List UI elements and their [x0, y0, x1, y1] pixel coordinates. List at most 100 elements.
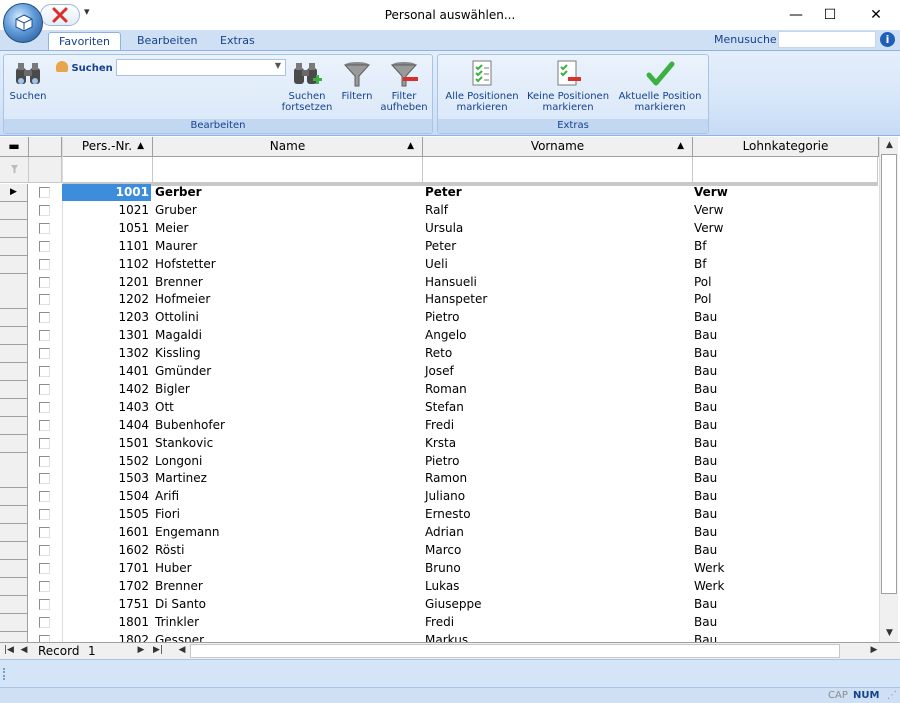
cell-name[interactable]: Gerber — [155, 184, 420, 201]
table-row[interactable]: 1301 Magaldi Angelo Bau — [0, 327, 878, 346]
cell-vorname[interactable]: Ursula — [425, 220, 690, 237]
cell-vorname[interactable]: Fredi — [425, 614, 690, 631]
filter-cell-lohnkategorie[interactable] — [693, 157, 878, 182]
table-row[interactable]: 1701 Huber Bruno Werk — [0, 559, 878, 578]
row-selector[interactable] — [0, 291, 28, 310]
cell-vorname[interactable]: Adrian — [425, 524, 690, 541]
tab-favoriten[interactable]: Favoriten — [48, 32, 121, 50]
cell-lohnkategorie[interactable]: Bf — [694, 238, 874, 255]
cell-name[interactable]: Rösti — [155, 542, 420, 559]
filter-cell-check[interactable] — [29, 157, 62, 182]
table-row[interactable]: 1101 Maurer Peter Bf — [0, 237, 878, 256]
cell-name[interactable]: Bigler — [155, 381, 420, 398]
table-row[interactable]: 1505 Fiori Ernesto Bau — [0, 506, 878, 525]
table-row[interactable]: 1403 Ott Stefan Bau — [0, 398, 878, 417]
cell-name[interactable]: Brenner — [155, 578, 420, 595]
row-checkbox[interactable] — [39, 258, 50, 270]
row-checkbox[interactable] — [39, 294, 50, 306]
table-row[interactable]: 1051 Meier Ursula Verw — [0, 219, 878, 238]
search-combo-input[interactable]: ▼ — [116, 59, 286, 76]
search-continue-button[interactable]: Suchen fortsetzen — [278, 59, 336, 113]
row-checkbox[interactable] — [39, 527, 50, 539]
row-selector[interactable] — [0, 470, 28, 489]
cell-lohnkategorie[interactable]: Bau — [694, 506, 874, 523]
checkbox-column-header[interactable] — [29, 137, 62, 157]
cell-pers-nr[interactable]: 1502 — [62, 453, 151, 470]
mark-none-button[interactable]: Keine Positionen markieren — [524, 59, 612, 113]
row-checkbox[interactable] — [39, 348, 50, 360]
row-checkbox[interactable] — [39, 580, 50, 592]
cell-name[interactable]: Di Santo — [155, 596, 420, 613]
tab-extras[interactable]: Extras — [210, 32, 265, 50]
cell-name[interactable]: Hofmeier — [155, 291, 420, 308]
cell-vorname[interactable]: Reto — [425, 345, 690, 362]
cell-vorname[interactable]: Hanspeter — [425, 291, 690, 308]
cell-lohnkategorie[interactable]: Verw — [694, 202, 874, 219]
row-checkbox[interactable] — [39, 545, 50, 556]
cell-pers-nr[interactable]: 1051 — [62, 220, 151, 237]
table-row[interactable]: 1751 Di Santo Giuseppe Bau — [0, 595, 878, 614]
help-info-icon[interactable]: i — [880, 32, 895, 47]
row-selector[interactable] — [0, 345, 28, 364]
cell-pers-nr[interactable]: 1503 — [62, 470, 151, 487]
cell-vorname[interactable]: Lukas — [425, 578, 690, 595]
cell-name[interactable]: Stankovic — [155, 435, 420, 452]
cell-vorname[interactable]: Angelo — [425, 327, 690, 344]
table-row[interactable]: 1201 Brenner Hansueli Pol — [0, 273, 878, 292]
resize-grip-icon[interactable]: ⋰ — [887, 690, 897, 701]
cell-vorname[interactable]: Bruno — [425, 560, 690, 577]
row-selector[interactable] — [0, 613, 28, 632]
cell-lohnkategorie[interactable]: Bau — [694, 417, 874, 434]
cell-vorname[interactable]: Juliano — [425, 488, 690, 505]
table-row[interactable]: ▶ 1001 Gerber Peter Verw — [0, 184, 878, 202]
record-number-input[interactable]: 1 — [88, 644, 96, 658]
cell-name[interactable]: Kissling — [155, 345, 420, 362]
row-selector[interactable] — [0, 577, 28, 596]
row-selector[interactable] — [0, 201, 28, 220]
cell-vorname[interactable]: Josef — [425, 363, 690, 380]
row-checkbox[interactable] — [39, 437, 50, 449]
cell-name[interactable]: Trinkler — [155, 614, 420, 631]
cell-lohnkategorie[interactable]: Bau — [694, 470, 874, 487]
filter-cell-vorname[interactable] — [423, 157, 693, 182]
cell-lohnkategorie[interactable]: Bau — [694, 524, 874, 541]
filter-cell-name[interactable] — [153, 157, 423, 182]
cell-name[interactable]: Meier — [155, 220, 420, 237]
row-checkbox[interactable] — [39, 240, 50, 252]
row-selector[interactable] — [0, 398, 28, 417]
row-selector[interactable] — [0, 273, 28, 292]
row-selector[interactable] — [0, 506, 28, 525]
cell-name[interactable]: Brenner — [155, 274, 420, 291]
collapse-all-button[interactable]: ▬ — [0, 137, 29, 157]
cell-vorname[interactable]: Pietro — [425, 309, 690, 326]
mark-all-button[interactable]: Alle Positionen markieren — [442, 59, 522, 113]
cell-lohnkategorie[interactable]: Bau — [694, 614, 874, 631]
cell-pers-nr[interactable]: 1702 — [62, 578, 151, 595]
row-checkbox[interactable] — [39, 509, 50, 521]
cell-name[interactable]: Bubenhofer — [155, 417, 420, 434]
cell-lohnkategorie[interactable]: Verw — [694, 184, 874, 201]
cell-vorname[interactable]: Krsta — [425, 435, 690, 452]
cell-pers-nr[interactable]: 1601 — [62, 524, 151, 541]
row-selector[interactable] — [0, 595, 28, 614]
column-header-pers-nr[interactable]: Pers.-Nr. ▲ — [62, 137, 153, 157]
table-row[interactable]: 1802 Gessner Markus Bau — [0, 631, 878, 643]
cell-name[interactable]: Ottolini — [155, 309, 420, 326]
row-selector[interactable] — [0, 255, 28, 274]
cell-name[interactable]: Gessner — [155, 632, 420, 643]
cell-lohnkategorie[interactable]: Pol — [694, 291, 874, 308]
row-selector[interactable] — [0, 434, 28, 453]
search-small-button[interactable]: Suchen — [56, 61, 113, 74]
scroll-left-icon[interactable]: ◀ — [176, 643, 188, 659]
cell-lohnkategorie[interactable]: Bau — [694, 632, 874, 643]
cell-pers-nr[interactable]: 1201 — [62, 274, 151, 291]
row-selector[interactable] — [0, 309, 28, 328]
row-checkbox[interactable] — [39, 419, 50, 431]
cell-vorname[interactable]: Marco — [425, 542, 690, 559]
cell-pers-nr[interactable]: 1021 — [62, 202, 151, 219]
last-record-icon[interactable]: ▶| — [150, 643, 166, 659]
row-selector[interactable] — [0, 452, 28, 471]
cell-lohnkategorie[interactable]: Bau — [694, 399, 874, 416]
close-button[interactable]: ✕ — [853, 0, 899, 30]
row-checkbox[interactable] — [39, 222, 50, 234]
